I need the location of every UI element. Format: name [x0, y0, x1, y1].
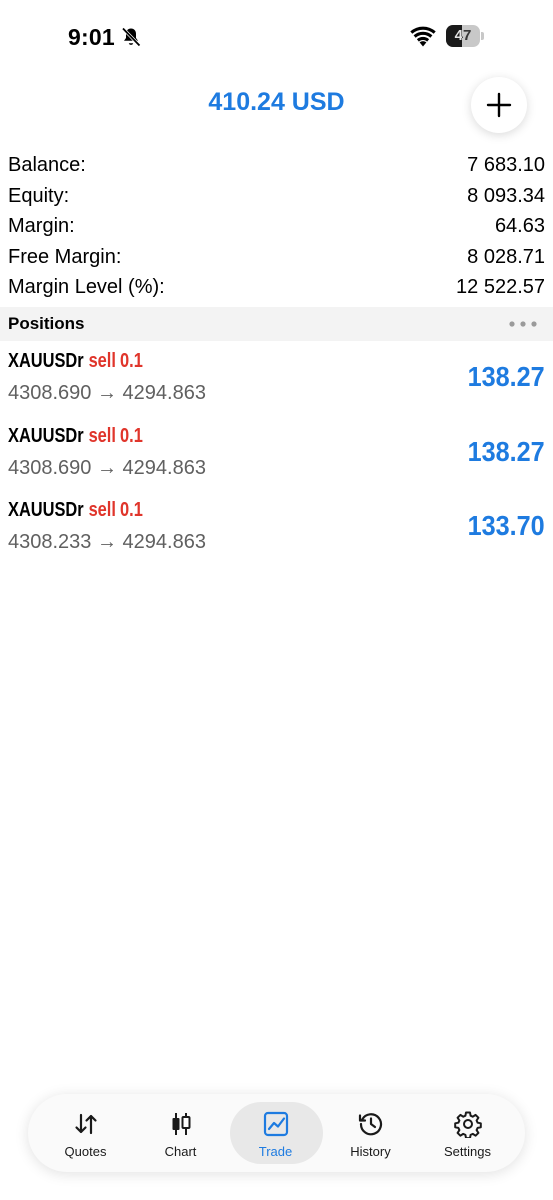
summary-label: Equity:: [8, 184, 70, 207]
tab-label: Settings: [444, 1144, 491, 1159]
quotes-icon: [74, 1113, 97, 1135]
position-profit: 133.70: [467, 510, 545, 541]
position-volume: 0.1: [120, 499, 143, 521]
position-row[interactable]: XAUUSDr sell 0.1 4308.690 → 4294.863 138.2…: [0, 344, 553, 419]
position-profit: 138.27: [467, 435, 545, 467]
tab-settings[interactable]: Settings: [420, 1094, 515, 1172]
summary-label: Balance:: [8, 154, 86, 176]
tab-label: Quotes: [64, 1144, 107, 1159]
status-time: 9:01: [68, 24, 115, 50]
position-prices: 4308.690 → 4294.863: [8, 456, 206, 479]
summary-value: 7 683.10: [467, 154, 545, 176]
status-bar: 9:01 47: [0, 0, 553, 70]
tab-chart[interactable]: Chart: [133, 1094, 228, 1172]
position-profit: 138.27: [467, 361, 545, 392]
margin-level-row: Margin Level (%): 12 522.57: [8, 272, 545, 303]
tab-label: History: [350, 1144, 391, 1159]
bottom-tab-bar: Quotes Chart Trade History Settings: [28, 1094, 525, 1172]
summary-value: 64.63: [494, 215, 545, 237]
positions-list: XAUUSDr sell 0.1 4308.690 → 4294.863 138.2…: [0, 344, 553, 568]
summary-label: Margin Level (%):: [8, 276, 165, 298]
summary-label: Free Margin:: [8, 245, 122, 268]
position-row[interactable]: XAUUSDr sell 0.1 4308.233 → 4294.863 133.7…: [0, 493, 553, 568]
position-prices: 4308.233 → 4294.863: [8, 531, 206, 553]
summary-value: 8 028.71: [467, 245, 545, 268]
bell-slash-icon: [121, 27, 141, 47]
summary-label: Margin:: [8, 215, 75, 237]
balance-row: Balance: 7 683.10: [8, 150, 545, 181]
wifi-icon: [410, 26, 436, 47]
position-symbol: XAUUSDr: [8, 350, 84, 372]
position-volume: 0.1: [120, 350, 143, 372]
tab-trade[interactable]: Trade: [228, 1094, 323, 1172]
tab-history[interactable]: History: [323, 1094, 418, 1172]
history-icon: [358, 1113, 382, 1136]
positions-section-header: Positions: [0, 307, 553, 341]
new-order-button[interactable]: [471, 77, 527, 133]
position-title: XAUUSDr sell 0.1: [8, 350, 143, 373]
trade-icon: [263, 1111, 288, 1137]
chart-icon: [172, 1113, 190, 1135]
position-side: sell: [88, 499, 116, 521]
summary-value: 12 522.57: [456, 276, 545, 298]
position-row[interactable]: XAUUSDr sell 0.1 4308.690 → 4294.863 138.2…: [0, 419, 553, 494]
account-summary: Balance: 7 683.10 Equity: 8 093.34 Margi…: [8, 150, 545, 303]
positions-section-title: Positions: [8, 314, 85, 333]
more-options-icon[interactable]: [508, 320, 538, 328]
position-symbol: XAUUSDr: [8, 499, 84, 521]
free-margin-row: Free Margin: 8 028.71: [8, 242, 545, 273]
battery-percent: 47: [454, 27, 472, 44]
position-volume: 0.1: [120, 424, 143, 447]
settings-icon: [453, 1111, 482, 1138]
position-title: XAUUSDr sell 0.1: [8, 499, 143, 522]
position-side: sell: [88, 424, 116, 447]
plus-icon: [486, 92, 512, 118]
margin-row: Margin: 64.63: [8, 211, 545, 242]
tab-label: Trade: [258, 1144, 293, 1159]
position-title: XAUUSDr sell 0.1: [8, 425, 143, 448]
position-side: sell: [88, 350, 116, 372]
position-prices: 4308.690 → 4294.863: [8, 382, 206, 404]
battery-indicator: 47: [446, 25, 484, 47]
equity-row: Equity: 8 093.34: [8, 181, 545, 212]
tab-quotes[interactable]: Quotes: [38, 1094, 133, 1172]
summary-value: 8 093.34: [467, 184, 545, 207]
tab-label: Chart: [164, 1144, 197, 1159]
position-symbol: XAUUSDr: [8, 424, 84, 447]
